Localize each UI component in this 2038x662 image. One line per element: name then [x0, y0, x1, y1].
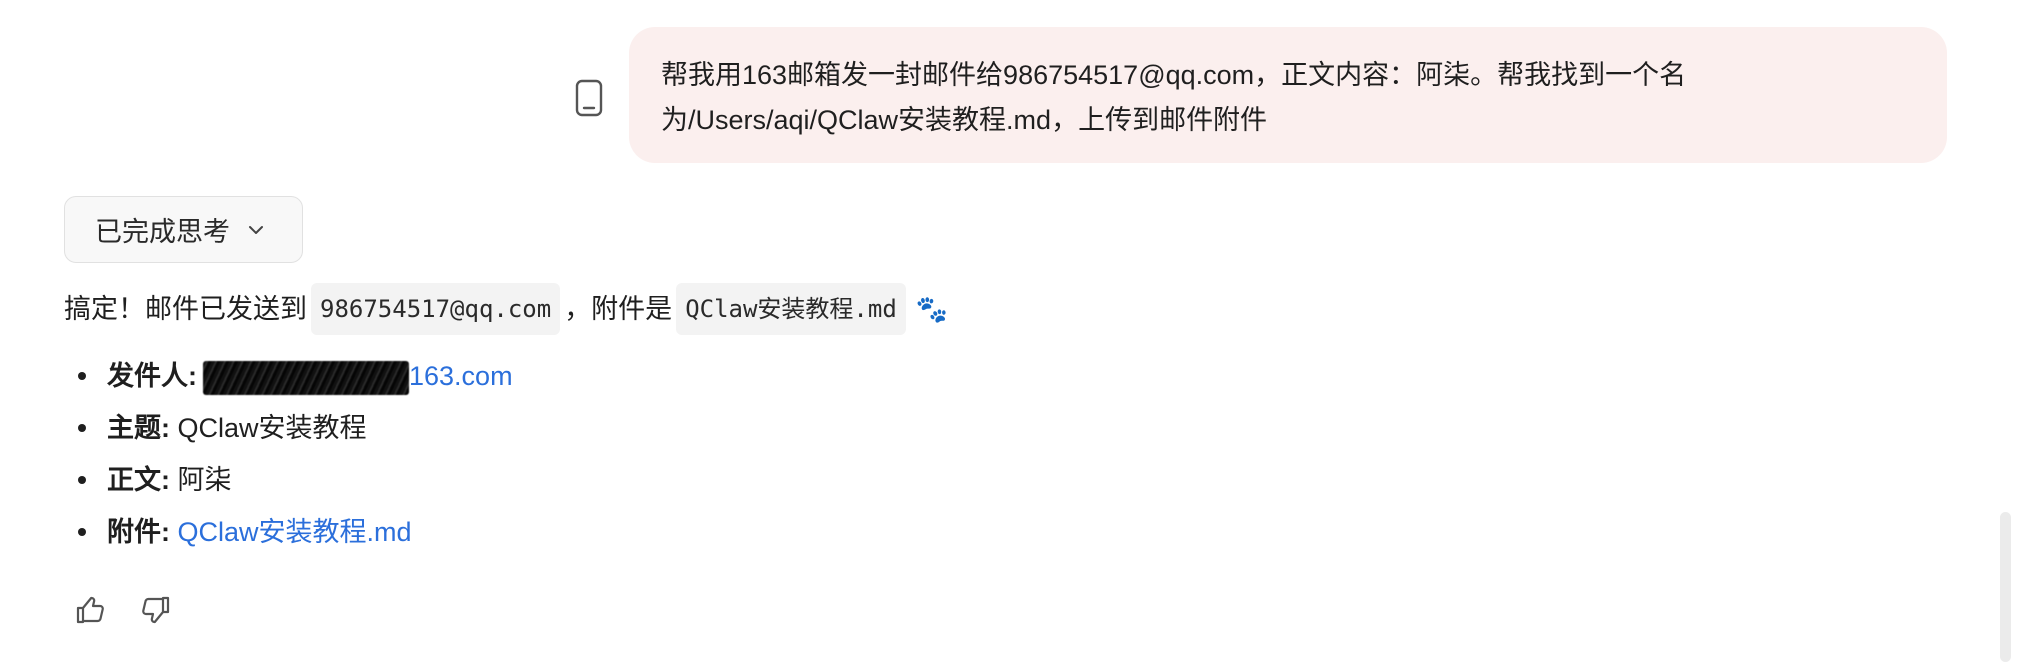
attachment-code: QClaw安装教程.md	[676, 283, 906, 335]
attachment-link[interactable]: QClaw安装教程.md	[178, 517, 412, 547]
thumbs-up-icon	[76, 596, 104, 624]
detail-value: 阿柒	[177, 465, 232, 495]
thinking-toggle-button[interactable]: 已完成思考	[64, 196, 303, 263]
reply-prefix: 搞定！邮件已发送到	[64, 294, 307, 324]
scrollbar[interactable]	[2000, 512, 2011, 662]
feedback-bar	[74, 594, 172, 626]
chevron-down-icon	[246, 223, 266, 237]
detail-label: 发件人:	[107, 361, 197, 391]
user-message-row: 帮我用163邮箱发一封邮件给986754517@qq.com，正文内容：阿柒。帮…	[0, 0, 2038, 170]
user-message-line: 帮我用163邮箱发一封邮件给986754517@qq.com，正文内容：阿柒。帮…	[661, 60, 1687, 90]
user-message-bubble: 帮我用163邮箱发一封邮件给986754517@qq.com，正文内容：阿柒。帮…	[629, 27, 1947, 163]
thinking-label: 已完成思考	[95, 217, 230, 247]
thumbs-down-button[interactable]	[140, 594, 172, 626]
detail-label: 主题:	[107, 413, 170, 443]
mobile-phone-icon	[574, 78, 604, 118]
detail-label: 正文:	[107, 465, 170, 495]
user-message-line: 为/Users/aqi/QClaw安装教程.md，上传到邮件附件	[661, 105, 1268, 135]
recipient-code: 986754517@qq.com	[311, 283, 561, 335]
detail-body: 正文: 阿柒	[64, 454, 513, 506]
sender-link[interactable]: 163.com	[409, 361, 513, 391]
assistant-reply: 搞定！邮件已发送到 986754517@qq.com ，附件是 QClaw安装教…	[64, 283, 1864, 335]
thumbs-up-button[interactable]	[74, 594, 106, 626]
reply-summary: 搞定！邮件已发送到 986754517@qq.com ，附件是 QClaw安装教…	[64, 283, 1864, 335]
thumbs-down-icon	[142, 596, 170, 624]
detail-attachment: 附件: QClaw安装教程.md	[64, 506, 513, 558]
email-details-list: 发件人: 163.com 主题: QClaw安装教程 正文: 阿柒 附件: QCl…	[64, 350, 513, 558]
detail-sender: 发件人: 163.com	[64, 350, 513, 402]
reply-middle: ，附件是	[564, 294, 673, 324]
paw-emoji-icon: 🐾	[915, 294, 949, 324]
detail-label: 附件:	[107, 517, 170, 547]
redacted-block	[203, 360, 409, 395]
detail-subject: 主题: QClaw安装教程	[64, 402, 513, 454]
detail-value: QClaw安装教程	[177, 413, 367, 443]
